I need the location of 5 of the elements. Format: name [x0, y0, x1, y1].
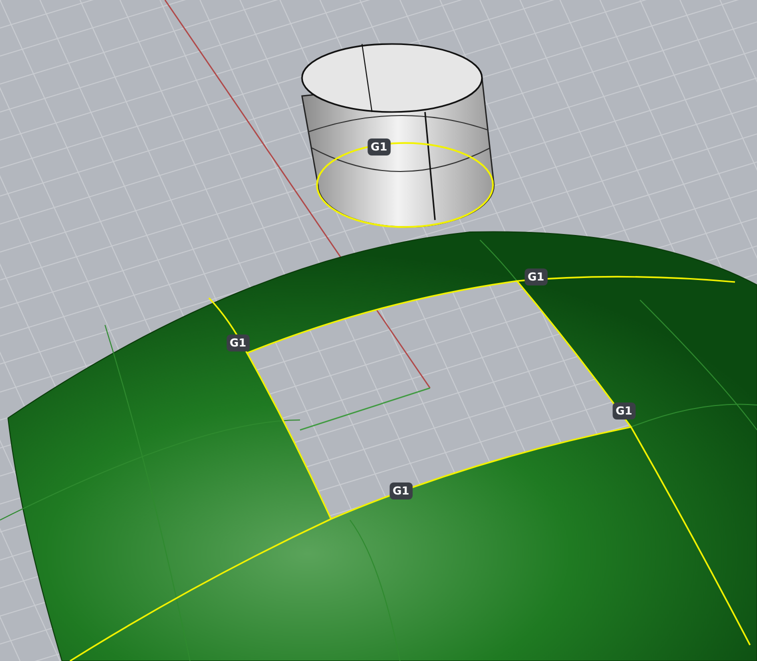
continuity-label: G1 — [612, 402, 636, 420]
continuity-label: G1 — [226, 334, 250, 352]
continuity-label: G1 — [524, 268, 548, 286]
continuity-label: G1 — [368, 138, 390, 156]
continuity-label: G1 — [390, 482, 412, 500]
